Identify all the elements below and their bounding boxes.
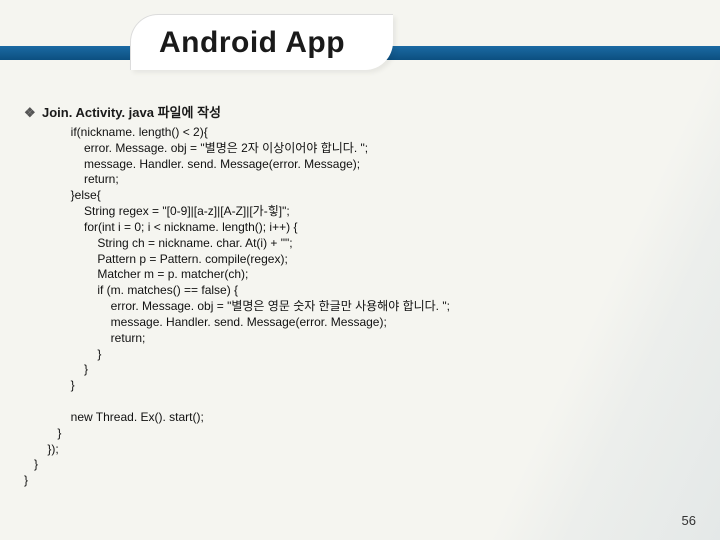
slide-title: Android App [159,26,345,60]
slide-content: ❖ Join. Activity. java 파일에 작성 if(nicknam… [24,102,696,489]
page-number: 56 [682,513,696,528]
diamond-bullet-icon: ❖ [24,106,34,116]
title-pill: Android App [130,14,393,70]
code-block: if(nickname. length() < 2){ error. Messa… [24,125,696,489]
bullet-label: Join. Activity. java 파일에 작성 [42,102,221,121]
bullet-heading: ❖ Join. Activity. java 파일에 작성 [24,102,696,121]
